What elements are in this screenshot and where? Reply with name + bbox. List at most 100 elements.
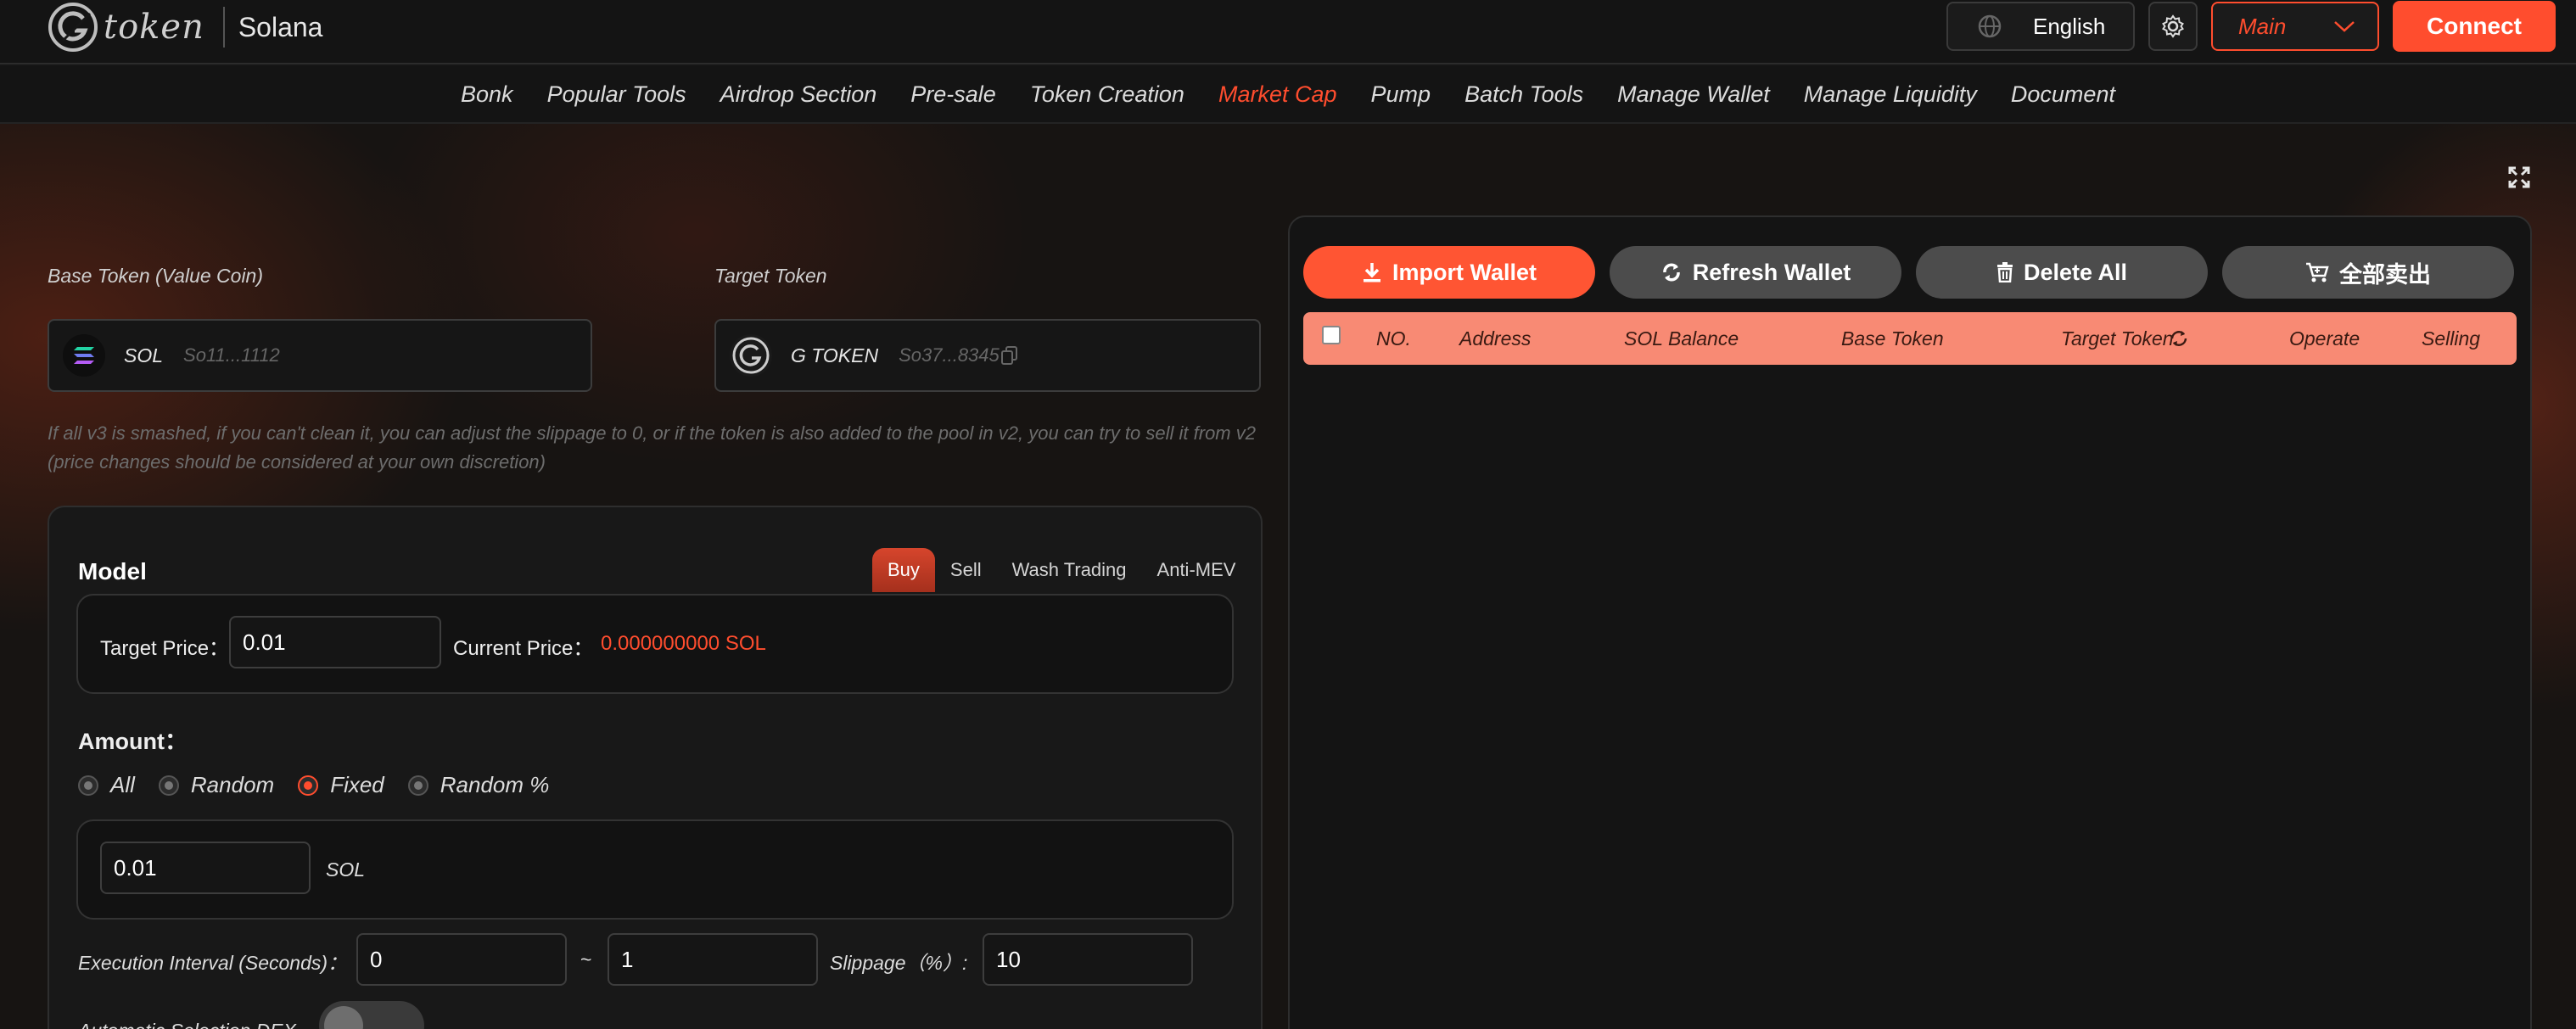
col-sol-balance: SOL Balance: [1624, 327, 1739, 350]
col-target-token: Target Token: [2061, 327, 2174, 350]
radio-random-percent[interactable]: Random %: [407, 772, 550, 798]
network-select[interactable]: Main: [2211, 2, 2379, 51]
interval-label: Execution Interval (Seconds)：: [78, 952, 348, 974]
slippage-input[interactable]: [983, 933, 1193, 986]
interval-min-input[interactable]: [356, 933, 567, 986]
logo-divider: [222, 7, 225, 48]
col-selling: Selling: [2422, 327, 2481, 350]
logo-text: token: [104, 8, 204, 47]
radio-random[interactable]: Random: [158, 772, 275, 798]
tab-anti-mev[interactable]: Anti-MEV: [1142, 548, 1252, 592]
sol-token-icon: [63, 334, 105, 377]
tab-buy[interactable]: Buy: [872, 548, 935, 592]
auto-dex-label: Automatic Selection DEX: [78, 1020, 296, 1029]
col-no: NO.: [1376, 327, 1411, 350]
sell-all-button[interactable]: 全部卖出: [2222, 246, 2514, 299]
radio-dot-selected: [298, 775, 319, 796]
col-address: Address: [1459, 327, 1532, 350]
gear-icon: [2162, 14, 2184, 38]
target-price-label: Target Price：: [100, 637, 230, 660]
radio-label: All: [110, 772, 135, 797]
import-wallet-button[interactable]: Import Wallet: [1303, 246, 1595, 299]
nav-item-token-creation[interactable]: Token Creation: [1030, 81, 1184, 108]
nav-item-pre-sale[interactable]: Pre-sale: [910, 81, 996, 108]
radio-label: Random %: [440, 772, 550, 797]
delete-all-label: Delete All: [2023, 259, 2128, 285]
language-label: English: [2033, 13, 2106, 39]
amount-mode-radios: All Random Fixed Random %: [78, 772, 573, 798]
tab-wash-trading[interactable]: Wash Trading: [997, 548, 1142, 592]
refresh-wallet-button[interactable]: Refresh Wallet: [1610, 246, 1901, 299]
wallet-panel: Import Wallet Refresh Wallet Delete All …: [1288, 215, 2532, 1029]
slippage-label: Slippage（%）:: [830, 952, 968, 974]
nav-item-document[interactable]: Document: [2011, 81, 2115, 108]
chevron-down-icon: [2334, 21, 2355, 32]
nav-item-manage-wallet[interactable]: Manage Wallet: [1617, 81, 1770, 108]
target-token-label: Target Token: [714, 265, 827, 287]
toggle-knob: [324, 1006, 363, 1029]
current-price-label: Current Price：: [453, 637, 594, 660]
nav-item-pump[interactable]: Pump: [1371, 81, 1431, 108]
tab-sell[interactable]: Sell: [935, 548, 997, 592]
fullscreen-icon[interactable]: [2507, 165, 2531, 189]
top-header: token Solana English Main Connect: [0, 0, 2576, 64]
radio-dot: [407, 775, 428, 796]
slippage-hint: If all v3 is smashed, if you can't clean…: [48, 422, 1256, 473]
radio-fixed[interactable]: Fixed: [298, 772, 384, 798]
nav-item-manage-liquidity[interactable]: Manage Liquidity: [1804, 81, 1977, 108]
chain-name: Solana: [238, 11, 323, 42]
header-actions: English Main Connect: [1946, 0, 2556, 53]
radio-label: Random: [190, 772, 275, 797]
wallet-table-header: NO. Address SOL Balance Base Token Targe…: [1303, 312, 2517, 365]
target-token-symbol: G TOKEN: [791, 344, 879, 366]
interval-max-input[interactable]: [608, 933, 818, 986]
radio-label: Fixed: [330, 772, 384, 797]
main-nav: Bonk Popular Tools Airdrop Section Pre-s…: [0, 66, 2576, 124]
nav-item-market-cap[interactable]: Market Cap: [1218, 81, 1337, 108]
refresh-icon: [1662, 263, 1680, 282]
model-panel: Model Buy Sell Wash Trading Anti-MEV Tar…: [48, 506, 1263, 1029]
copy-icon[interactable]: [1000, 346, 1018, 365]
price-box: Target Price： Current Price： 0.000000000…: [76, 594, 1234, 694]
g-token-icon: [730, 334, 772, 377]
connect-button[interactable]: Connect: [2393, 1, 2556, 52]
nav-item-popular-tools[interactable]: Popular Tools: [547, 81, 686, 108]
base-token-address: So11...1112: [183, 344, 280, 366]
logo[interactable]: token Solana: [46, 0, 322, 54]
refresh-icon[interactable]: [2169, 328, 2189, 349]
download-icon: [1363, 263, 1380, 282]
language-button[interactable]: English: [1946, 2, 2135, 51]
import-wallet-label: Import Wallet: [1392, 259, 1537, 285]
nav-item-batch-tools[interactable]: Batch Tools: [1464, 81, 1583, 108]
cart-icon: [2306, 262, 2329, 282]
model-title: Model: [78, 558, 147, 584]
mode-tabs: Buy Sell Wash Trading Anti-MEV: [872, 548, 1251, 592]
amount-box: SOL: [76, 819, 1234, 920]
sell-all-label: 全部卖出: [2339, 261, 2431, 288]
current-price-value: 0.000000000 SOL: [601, 632, 766, 655]
delete-all-button[interactable]: Delete All: [1916, 246, 2208, 299]
col-operate: Operate: [2289, 327, 2360, 350]
target-token-address: So37...8345: [899, 344, 1000, 366]
target-token-selector[interactable]: G TOKEN So37...8345: [714, 319, 1261, 392]
select-all-checkbox[interactable]: [1322, 326, 1341, 344]
amount-input[interactable]: [100, 842, 311, 894]
network-label: Main: [2238, 13, 2287, 39]
amount-title: Amount：: [78, 729, 188, 754]
radio-dot: [78, 775, 98, 796]
refresh-wallet-label: Refresh Wallet: [1692, 259, 1851, 285]
base-token-symbol: SOL: [124, 344, 164, 366]
globe-icon: [1978, 14, 2002, 38]
base-token-selector[interactable]: SOL So11...1112: [48, 319, 592, 392]
col-base-token: Base Token: [1841, 327, 1944, 350]
auto-dex-toggle[interactable]: [319, 1001, 424, 1029]
settings-button[interactable]: [2148, 2, 2198, 51]
g-logo-icon: [48, 3, 98, 52]
radio-all[interactable]: All: [78, 772, 135, 798]
target-price-input[interactable]: [229, 616, 441, 668]
nav-item-airdrop-section[interactable]: Airdrop Section: [720, 81, 877, 108]
amount-unit: SOL: [326, 858, 366, 881]
interval-separator: ~: [580, 948, 592, 970]
base-token-label: Base Token (Value Coin): [48, 265, 263, 287]
nav-item-bonk[interactable]: Bonk: [461, 81, 513, 108]
